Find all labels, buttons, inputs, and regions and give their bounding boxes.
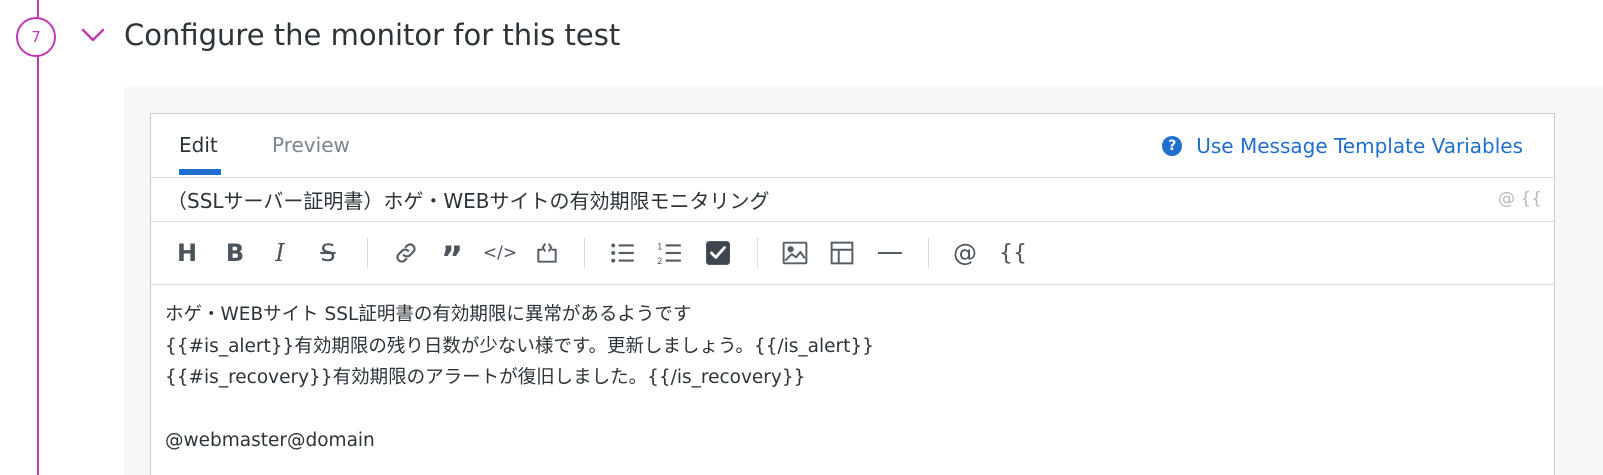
toolbar-divider [367, 238, 368, 268]
image-icon[interactable] [779, 238, 811, 268]
section-title: Configure the monitor for this test [124, 18, 621, 52]
subject-row: @ {{ [151, 177, 1554, 222]
toolbar-divider [757, 238, 758, 268]
body-line: {{#is_alert}}有効期限の残り日数が少ない様です。更新しましょう。{{… [165, 335, 874, 357]
step-number: 7 [31, 28, 41, 46]
strikethrough-icon[interactable]: S [312, 238, 344, 268]
table-icon[interactable] [826, 238, 858, 268]
message-body[interactable]: ホゲ・WEBサイト SSL証明書の有効期限に異常があるようです {{#is_ale… [165, 299, 874, 457]
help-link-label: Use Message Template Variables [1196, 133, 1523, 158]
code-block-icon[interactable] [531, 238, 563, 268]
heading-icon[interactable]: H [171, 238, 203, 268]
numbered-list-icon[interactable]: 12 [654, 238, 686, 268]
question-circle-icon: ? [1162, 135, 1183, 156]
body-line: @webmaster@domain [165, 430, 375, 451]
toolbar-divider [584, 238, 585, 268]
tab-edit[interactable]: Edit [179, 114, 218, 177]
toolbar-divider [928, 238, 929, 268]
step-number-badge: 7 [16, 17, 56, 57]
formatting-toolbar: H B I S ” </> 12 @ {{ [151, 222, 1554, 285]
chevron-down-icon[interactable] [80, 26, 106, 44]
horizontal-rule-icon[interactable] [874, 238, 906, 268]
message-editor: Edit Preview ? Use Message Template Vari… [150, 113, 1555, 475]
quote-icon[interactable]: ” [436, 238, 468, 276]
checkbox-icon[interactable] [702, 238, 734, 268]
tab-preview[interactable]: Preview [272, 114, 350, 177]
bold-icon[interactable]: B [219, 238, 251, 268]
body-line: {{#is_recovery}}有効期限のアラートが復旧しました。{{/is_r… [165, 367, 806, 388]
italic-icon[interactable]: I [264, 238, 296, 268]
svg-text:1: 1 [657, 243, 663, 253]
subject-input[interactable] [167, 177, 1487, 221]
code-icon[interactable]: </> [483, 238, 517, 268]
body-line: ホゲ・WEBサイト SSL証明書の有効期限に異常があるようです [165, 304, 692, 325]
mention-icon[interactable]: @ [949, 238, 981, 268]
template-variable-icon[interactable]: {{ [997, 238, 1029, 268]
active-tab-indicator [179, 169, 221, 175]
bulleted-list-icon[interactable] [607, 238, 639, 268]
body-line [165, 394, 874, 426]
svg-text:2: 2 [657, 257, 663, 265]
link-icon[interactable] [390, 238, 422, 268]
step-timeline-line [37, 0, 39, 475]
editor-tabs: Edit Preview ? Use Message Template Vari… [151, 114, 1554, 178]
subject-variable-tools[interactable]: @ {{ [1498, 189, 1542, 209]
message-template-variables-link[interactable]: ? Use Message Template Variables [1162, 114, 1523, 177]
